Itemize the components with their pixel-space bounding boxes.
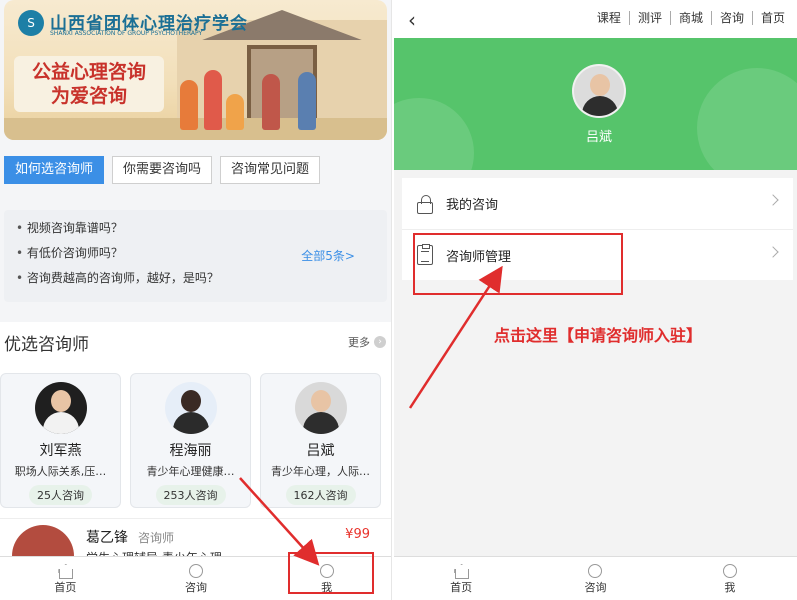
nav-label: 首页 <box>54 581 77 594</box>
banner-slogan: 公益心理咨询 为爱咨询 <box>14 56 164 112</box>
section-title: 优选咨询师 <box>4 335 89 355</box>
top-link-consult[interactable]: 咨询 <box>710 11 752 25</box>
nav-home[interactable]: 首页 <box>394 557 528 600</box>
nav-consult[interactable]: 咨询 <box>131 557 262 600</box>
counselor-card[interactable]: 程海丽 青少年心理健康… 253人咨询 <box>130 373 251 508</box>
counselor-cards: 刘军燕 职场人际关系,压… 25人咨询 程海丽 青少年心理健康… 253人咨询 … <box>0 373 381 508</box>
chat-icon <box>588 564 603 578</box>
counselor-desc: 职场人际关系,压… <box>14 465 107 478</box>
back-arrow-icon[interactable]: ‹ <box>408 8 416 32</box>
counselor-name: 刘军燕 <box>39 443 82 459</box>
counselor-name: 吕斌 <box>306 443 335 459</box>
faq-all-link[interactable]: 全部5条> <box>301 247 355 264</box>
banner-figure <box>180 80 198 130</box>
nav-label: 首页 <box>450 581 473 594</box>
counselor-card[interactable]: 刘军燕 职场人际关系,压… 25人咨询 <box>0 373 121 508</box>
slogan-line-1: 公益心理咨询 <box>31 61 146 83</box>
slogan-line-2: 为爱咨询 <box>50 85 127 107</box>
faq-tabs: 如何选咨询师 你需要咨询吗 咨询常见问题 <box>4 156 321 184</box>
promo-banner[interactable]: S 山西省团体心理治疗学会 SHANXI ASSOCIATION OF GROU… <box>4 0 387 140</box>
home-icon <box>57 564 74 579</box>
tab-common-questions[interactable]: 咨询常见问题 <box>220 156 321 184</box>
avatar-head <box>180 390 201 412</box>
nav-home[interactable]: 首页 <box>0 557 131 600</box>
nav-label: 咨询 <box>584 581 607 594</box>
faq-question[interactable]: 咨询费越高的咨询师，越好，是吗？ <box>12 266 379 291</box>
banner-figure <box>226 94 244 130</box>
home-icon <box>453 564 470 579</box>
avatar <box>294 382 347 434</box>
mobile-page-profile: ‹ 课程 测评 商城 咨询 首页 吕斌 我的咨询 咨询师管理 点击这里【申请咨询… <box>394 0 797 600</box>
chevron-right-icon: › <box>374 336 386 348</box>
more-link[interactable]: 更多 › <box>348 334 386 350</box>
tab-do-you-need[interactable]: 你需要咨询吗 <box>112 156 213 184</box>
top-link-home[interactable]: 首页 <box>751 11 793 25</box>
profile-header: 吕斌 <box>394 38 797 170</box>
nav-me[interactable]: 我 <box>663 557 797 600</box>
avatar-body <box>582 96 618 116</box>
more-label: 更多 <box>348 336 370 349</box>
consult-count-badge: 25人咨询 <box>29 485 92 505</box>
counselor-name: 程海丽 <box>169 443 212 459</box>
avatar-body <box>302 412 339 434</box>
top-nav: ‹ 课程 测评 商城 咨询 首页 <box>394 0 797 38</box>
counselor-name: 葛乙锋 <box>86 530 128 546</box>
consult-count-badge: 162人咨询 <box>285 485 356 505</box>
consult-count-badge: 253人咨询 <box>155 485 226 505</box>
mobile-page-counseling-home: S 山西省团体心理治疗学会 SHANXI ASSOCIATION OF GROU… <box>0 0 392 600</box>
counselor-desc: 青少年心理，人际… <box>271 465 370 478</box>
org-logo-icon: S <box>18 10 44 36</box>
chevron-right-icon <box>767 194 779 206</box>
avatar <box>164 382 217 434</box>
banner-figure <box>298 72 316 130</box>
avatar-head <box>590 74 610 96</box>
top-link-mall[interactable]: 商城 <box>669 11 711 25</box>
top-links: 课程 测评 商城 咨询 首页 <box>589 11 793 25</box>
highlight-box-counselor-management <box>413 233 623 295</box>
avatar-body <box>42 412 79 434</box>
annotation-instruction: 点击这里【申请咨询师入驻】 <box>494 326 703 345</box>
counselor-role: 咨询师 <box>138 531 175 545</box>
bottom-nav: 首页 咨询 我 <box>394 556 797 600</box>
counselor-card[interactable]: 吕斌 青少年心理，人际… 162人咨询 <box>260 373 381 508</box>
nav-label: 我 <box>724 581 736 594</box>
decor-circle <box>697 68 797 170</box>
faq-question[interactable]: 视频咨询靠谱吗？ <box>12 216 379 241</box>
menu-item-my-consultations[interactable]: 我的咨询 <box>402 178 793 229</box>
top-link-assessment[interactable]: 测评 <box>628 11 670 25</box>
avatar-head <box>310 390 331 412</box>
banner-figure <box>204 70 222 130</box>
user-icon <box>722 564 737 578</box>
tab-how-to-choose[interactable]: 如何选咨询师 <box>4 156 105 184</box>
counselor-desc: 青少年心理健康… <box>146 465 235 478</box>
nav-label: 咨询 <box>185 581 207 594</box>
featured-counselors-section: 优选咨询师 更多 › 刘军燕 职场人际关系,压… 25人咨询 程海丽 青少年心理… <box>0 322 391 587</box>
faq-list: 视频咨询靠谱吗？ 有低价咨询师吗？ 咨询费越高的咨询师，越好，是吗？ 全部5条> <box>4 210 387 302</box>
nav-consult[interactable]: 咨询 <box>528 557 662 600</box>
avatar[interactable] <box>572 64 626 118</box>
chat-icon <box>189 564 203 578</box>
profile-name: 吕斌 <box>585 130 612 145</box>
avatar-head <box>50 390 71 412</box>
avatar <box>34 382 87 434</box>
banner-figure <box>262 74 280 130</box>
top-link-courses[interactable]: 课程 <box>589 11 629 25</box>
org-name-en: SHANXI ASSOCIATION OF GROUP PSYCHOTHERAP… <box>50 30 203 37</box>
chevron-right-icon <box>767 246 779 258</box>
highlight-box-me <box>288 552 374 594</box>
counselor-price: ¥99 <box>345 527 370 542</box>
menu-label: 我的咨询 <box>446 198 499 213</box>
avatar-body <box>172 412 209 434</box>
lock-icon <box>416 194 434 214</box>
